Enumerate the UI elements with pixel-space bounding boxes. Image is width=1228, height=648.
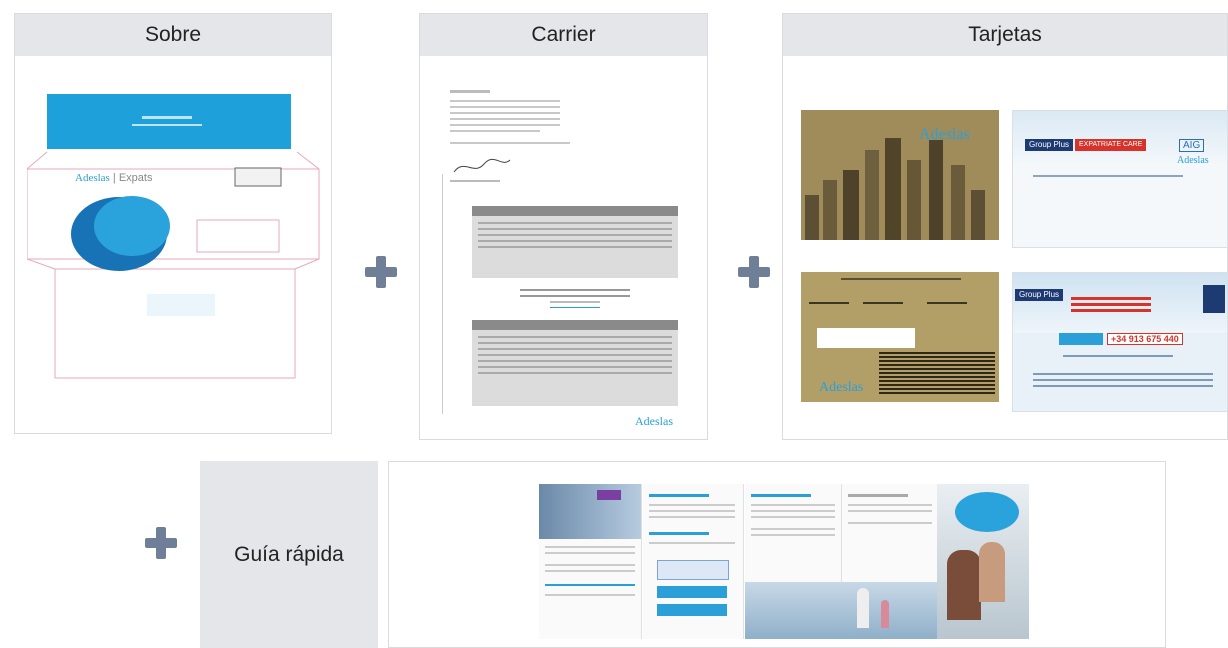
carrier-letter-image: Adeslas [440,84,695,434]
guia-brochure-image [539,484,1029,639]
sobre-panel: Sobre Adeslas | Expats [14,13,332,434]
envelope-image: Adeslas | Expats [27,94,323,394]
card-aig-back: Group Plus +34 913 675 440 [1012,272,1228,412]
expatriate-care-label: EXPATRIATE CARE [1075,139,1147,151]
info-box [472,206,678,278]
carrier-panel-title: Carrier [420,14,707,56]
info-box [472,320,678,406]
tarjetas-panel-title: Tarjetas [783,14,1227,56]
envelope-outline [27,151,320,379]
envelope-brand: Adeslas | Expats [75,172,153,184]
carrier-panel: Carrier Adeslas [419,13,708,440]
guia-rapida-label: Guía rápida [200,461,378,648]
card-aig-front: Group Plus EXPATRIATE CARE AIG Adeslas [1012,110,1228,248]
card-brand: Adeslas [919,126,970,143]
plus-icon [363,254,399,290]
plus-icon [736,254,772,290]
aig-logo: AIG [1179,139,1205,152]
card-gold-back: Adeslas [801,272,999,402]
emergency-phone: +34 913 675 440 [1107,333,1183,345]
card-gold-front: Adeslas [801,110,999,240]
group-plus-label: Group Plus [1025,139,1074,151]
carrier-brand: Adeslas [635,414,673,428]
sobre-panel-title: Sobre [15,14,331,56]
guia-rapida-panel [388,461,1166,648]
plus-icon [143,525,179,561]
tarjetas-panel: Tarjetas Adeslas Group Plus EXPATRIATE C… [782,13,1228,440]
